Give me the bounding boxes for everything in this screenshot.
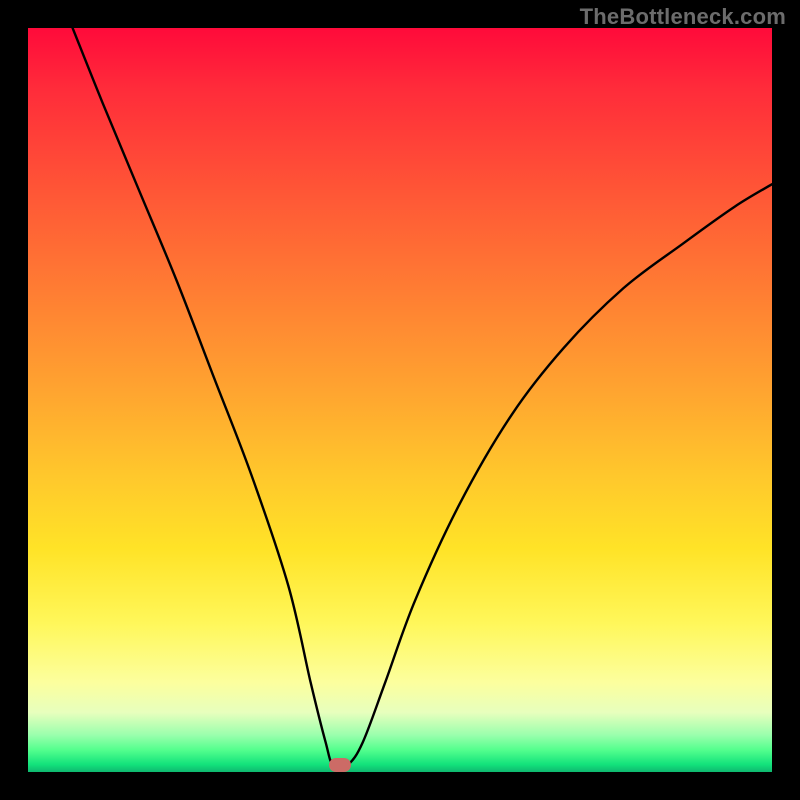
watermark-text: TheBottleneck.com [580, 4, 786, 30]
chart-frame: TheBottleneck.com [0, 0, 800, 800]
plot-area [28, 28, 772, 772]
bottleneck-curve [28, 28, 772, 772]
curve-path [73, 28, 772, 767]
optimal-marker [329, 758, 351, 772]
